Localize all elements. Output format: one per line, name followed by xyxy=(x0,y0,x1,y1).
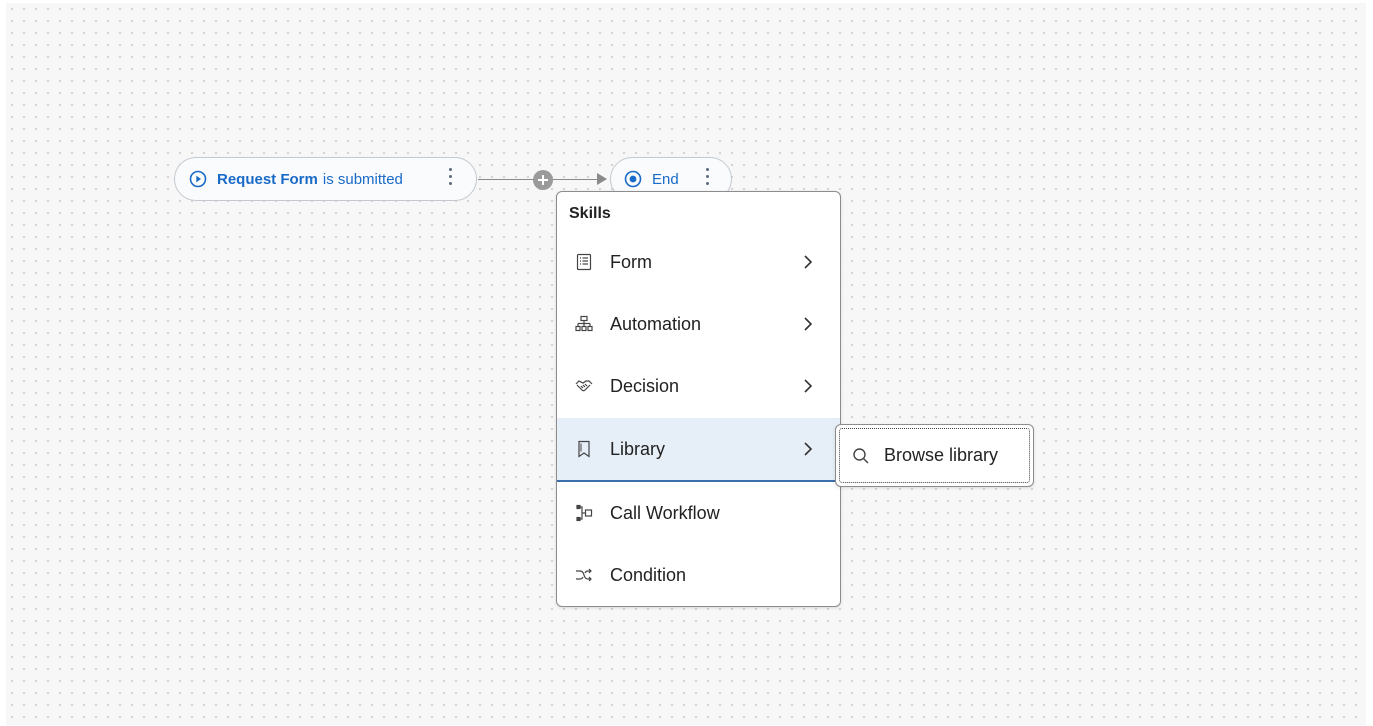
start-node-event: is submitted xyxy=(322,170,403,188)
more-vertical-icon[interactable] xyxy=(706,168,709,185)
menu-item-condition[interactable]: Condition xyxy=(557,544,840,606)
menu-item-label: Form xyxy=(610,251,652,272)
menu-item-label: Automation xyxy=(610,313,702,334)
start-node-form-name: Request Form xyxy=(217,170,318,188)
bookmark-icon xyxy=(573,438,595,460)
shuffle-icon xyxy=(573,564,595,586)
library-submenu: Browse library xyxy=(835,424,1034,487)
chevron-right-icon xyxy=(804,442,813,456)
hierarchy-icon xyxy=(573,313,595,335)
skills-menu-title: Skills xyxy=(569,205,611,222)
menu-item-decision[interactable]: Decision xyxy=(557,355,840,417)
menu-item-form[interactable]: Form xyxy=(557,231,840,293)
search-icon xyxy=(850,445,872,467)
menu-item-label: Call Workflow xyxy=(610,502,720,523)
chevron-right-icon xyxy=(804,255,813,269)
menu-item-label: Decision xyxy=(610,375,680,396)
form-icon xyxy=(573,251,595,273)
chevron-right-icon xyxy=(804,379,813,393)
handshake-icon xyxy=(573,375,595,397)
stop-circle-icon xyxy=(624,170,642,188)
browse-library-label: Browse library xyxy=(884,445,999,465)
more-vertical-icon[interactable] xyxy=(449,168,452,185)
play-circle-icon xyxy=(189,170,207,188)
call-workflow-icon xyxy=(573,502,595,524)
add-circle-icon[interactable] xyxy=(533,170,553,190)
menu-item-library[interactable]: Library xyxy=(557,418,840,482)
start-node[interactable]: Request Form is submitted xyxy=(174,157,477,201)
menu-item-label: Library xyxy=(610,438,666,459)
skills-menu: Skills Form Automation Decision Library … xyxy=(556,191,841,607)
connector-arrow xyxy=(597,173,607,185)
browse-library-item[interactable]: Browse library xyxy=(839,428,1030,483)
menu-item-automation[interactable]: Automation xyxy=(557,293,840,355)
menu-item-label: Condition xyxy=(610,564,687,585)
menu-item-call-workflow[interactable]: Call Workflow xyxy=(557,482,840,544)
chevron-right-icon xyxy=(804,317,813,331)
end-node-label: End xyxy=(652,170,679,188)
